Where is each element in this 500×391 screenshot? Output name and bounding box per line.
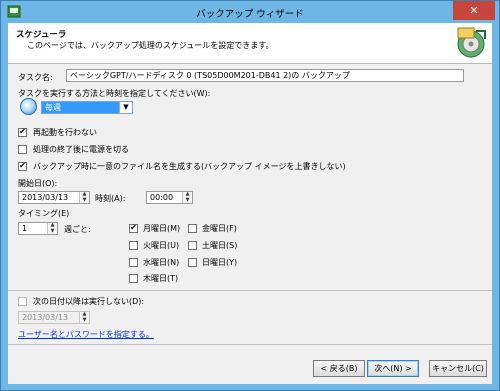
window-title: バックアップ ウィザード	[196, 9, 304, 20]
option-shutdown-checkbox[interactable]	[18, 145, 27, 154]
wizard-header: スケジューラ このページでは、バックアップ処理のスケジュールを設定できます。	[8, 23, 492, 64]
day-wednesday-checkbox[interactable]	[129, 258, 138, 267]
weeks-input[interactable]: 1 ▲ ▼	[18, 222, 58, 235]
title-bar[interactable]: バックアップ ウィザード ✕	[1, 1, 499, 23]
footer-divider	[8, 344, 492, 345]
day-friday-label: 金曜日(F)	[202, 224, 237, 233]
cancel-button[interactable]: キャンセル(C)	[429, 360, 487, 377]
day-tuesday-checkbox[interactable]	[129, 241, 138, 250]
start-date-label: 開始日(O):	[18, 179, 58, 188]
day-sunday-checkbox[interactable]	[188, 258, 197, 267]
start-time-spinner[interactable]: ▲ ▼	[182, 192, 192, 203]
method-label: タスクを実行する方法と時刻を指定してください(W):	[18, 89, 211, 98]
divider	[8, 290, 492, 291]
day-sunday-label: 日曜日(Y)	[202, 258, 238, 267]
skip-after-date-label: 次の日付以降は実行しない(D):	[33, 297, 145, 306]
skip-date-spinner[interactable]: ▲ ▼	[79, 312, 89, 323]
day-monday-label: 月曜日(M)	[143, 224, 181, 233]
day-monday-checkbox[interactable]	[129, 224, 138, 233]
start-time-label: 時刻(A):	[95, 194, 126, 203]
back-button[interactable]: < 戻る(B)	[313, 360, 365, 377]
start-time-value: 00:00	[150, 193, 174, 202]
timing-label: タイミング(E)	[18, 209, 70, 218]
close-icon: ✕	[469, 4, 479, 17]
task-name-input[interactable]: ベーシックGPT/ハードディスク 0 (TS05D00M201-DB41 2)の…	[66, 69, 464, 82]
skip-date-input[interactable]: 2013/03/13 ▲ ▼	[18, 311, 90, 324]
option-unique-filename-label: バックアップ時に一意のファイル名を生成する(バックアップ イメージを上書きしない…	[33, 162, 346, 171]
skip-date-value: 2013/03/13	[22, 313, 69, 322]
skip-after-date-checkbox[interactable]	[18, 297, 27, 306]
start-date-value: 2013/03/13	[22, 193, 69, 202]
start-time-input[interactable]: 00:00 ▲ ▼	[146, 191, 193, 204]
option-unique-filename-checkbox[interactable]	[18, 162, 27, 171]
schedule-clock-icon	[20, 98, 37, 115]
close-button[interactable]: ✕	[453, 1, 495, 20]
task-name-label: タスク名:	[18, 73, 53, 82]
day-saturday-checkbox[interactable]	[188, 241, 197, 250]
start-date-spinner[interactable]: ▲ ▼	[79, 192, 89, 203]
option-no-reboot-checkbox[interactable]	[18, 128, 27, 137]
day-wednesday-label: 水曜日(N)	[143, 258, 180, 267]
wizard-window: バックアップ ウィザード ✕ スケジューラ このページでは、バックアップ処理のス…	[0, 0, 500, 391]
day-friday-checkbox[interactable]	[188, 224, 197, 233]
day-thursday-checkbox[interactable]	[129, 274, 138, 283]
day-tuesday-label: 火曜日(U)	[143, 241, 180, 250]
day-thursday-label: 木曜日(T)	[143, 274, 179, 283]
next-button[interactable]: 次へ(N) >	[367, 360, 419, 377]
chevron-down-icon: ▼	[119, 102, 132, 113]
method-select[interactable]: 毎週 ▼	[41, 101, 133, 114]
option-shutdown-label: 処理の終了後に電源を切る	[33, 145, 129, 154]
backup-disk-icon	[457, 27, 486, 58]
weeks-suffix-label: 週ごと:	[64, 225, 91, 234]
start-date-input[interactable]: 2013/03/13 ▲ ▼	[18, 191, 90, 204]
user-credentials-link[interactable]: ユーザー名とパスワードを指定する。	[18, 329, 154, 340]
page-description: このページでは、バックアップ処理のスケジュールを設定できます。	[27, 41, 274, 50]
page-title: スケジューラ	[16, 30, 67, 40]
method-selected-value: 毎週	[45, 103, 61, 112]
weeks-spinner[interactable]: ▲ ▼	[47, 223, 57, 234]
option-no-reboot-label: 再起動を行わない	[33, 128, 97, 137]
wizard-body: タスク名: ベーシックGPT/ハードディスク 0 (TS05D00M201-DB…	[8, 64, 492, 384]
weeks-value: 1	[22, 224, 28, 233]
day-saturday-label: 土曜日(S)	[202, 241, 238, 250]
